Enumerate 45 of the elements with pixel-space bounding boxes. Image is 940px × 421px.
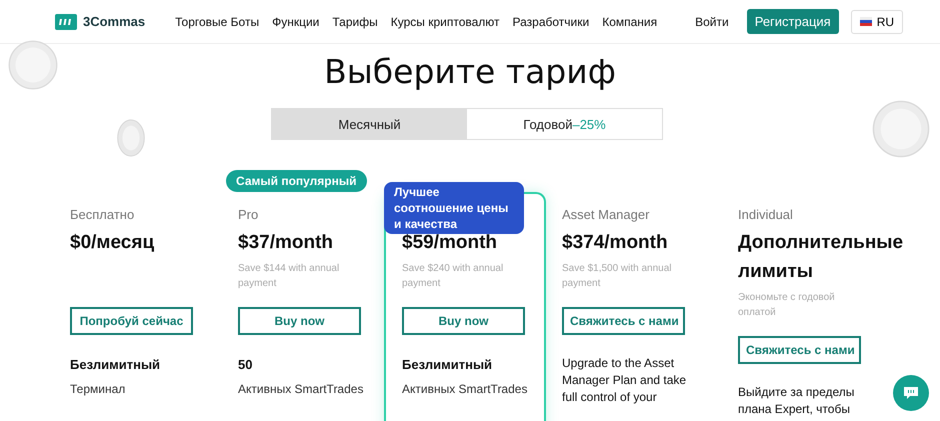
billing-tab[interactable]: Месячный: [272, 109, 467, 139]
plan-button[interactable]: Попробуй сейчас: [70, 307, 193, 335]
logo-icon: [55, 14, 77, 30]
plan-button[interactable]: Свяжитесь с нами: [562, 307, 685, 335]
save-note: Save $1,500 with annual payment: [562, 262, 673, 291]
plan-button[interactable]: Buy now: [238, 307, 361, 335]
plan-description: Выйдите за пределы плана Expert, чтобы: [738, 384, 856, 418]
plan-name: Бесплатно: [70, 207, 134, 222]
coin-icon: [870, 100, 932, 158]
feature-label: Активных SmartTrades: [238, 382, 364, 396]
login-link[interactable]: Войти: [695, 14, 729, 28]
nav-link[interactable]: Функции: [272, 14, 320, 28]
flag-icon: [860, 17, 872, 26]
plan-button[interactable]: Buy now: [402, 307, 525, 335]
nav-link[interactable]: Торговые Боты: [175, 14, 260, 28]
plan-badge: Лучшее соотношение цены и качества: [384, 182, 524, 234]
nav-link[interactable]: Курсы криптовалют: [390, 14, 500, 28]
nav-link[interactable]: Разработчики: [512, 14, 590, 28]
feature-value: Безлимитный: [402, 357, 494, 372]
logo-text[interactable]: 3Commas: [83, 14, 146, 29]
plan-name: Individual: [738, 207, 793, 222]
plan-badge: Самый популярный: [226, 170, 366, 192]
save-note: Save $144 with annual payment: [238, 262, 340, 291]
feature-value: Безлимитный: [70, 357, 162, 372]
plan-description: Upgrade to the Asset Manager Plan and take full control of your: [562, 355, 687, 406]
nav-link[interactable]: Компания: [602, 14, 658, 28]
plan-price: $37/month: [238, 231, 334, 255]
plan-price: $0/месяц: [70, 231, 156, 255]
chat-icon: [903, 386, 919, 400]
feature-label: Терминал: [70, 382, 126, 396]
plan-price: Дополнительные лимиты: [738, 231, 904, 284]
plan-price: $374/month: [562, 231, 669, 255]
signup-button[interactable]: Регистрация: [746, 9, 839, 34]
nav-link[interactable]: Тарифы: [332, 14, 378, 28]
page-title: Выберите тариф: [324, 52, 616, 93]
plan-name: Asset Manager: [562, 207, 650, 222]
plan-price: $59/month: [402, 231, 498, 255]
plan-button[interactable]: Свяжитесь с нами: [738, 336, 861, 364]
save-note: Save $240 with annual payment: [402, 262, 504, 291]
plan-name: Pro: [238, 207, 258, 222]
save-note: Экономьте с годовой оплатой: [738, 291, 836, 320]
feature-value: 50: [238, 357, 254, 372]
chat-button[interactable]: [893, 375, 929, 411]
feature-label: Активных SmartTrades: [402, 382, 528, 396]
language-button[interactable]: RU: [850, 10, 904, 34]
